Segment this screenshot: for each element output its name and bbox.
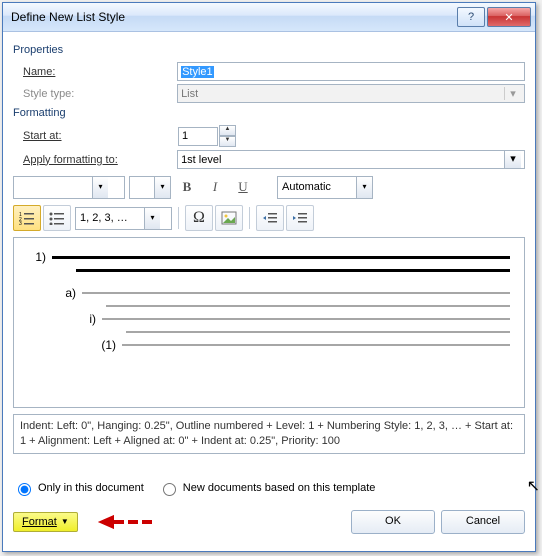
chevron-down-icon[interactable]: ▾: [92, 177, 108, 198]
separator: [178, 207, 179, 229]
name-input[interactable]: Style1: [177, 62, 525, 81]
bulleted-list-button[interactable]: [43, 205, 71, 231]
bold-button[interactable]: B: [175, 175, 199, 199]
style-type-label: Style type:: [13, 88, 177, 100]
increase-indent-button[interactable]: [286, 205, 314, 231]
cursor-icon: ↖: [527, 476, 540, 496]
formatting-label: Formatting: [13, 107, 525, 119]
arrow-callout: [96, 512, 166, 532]
insert-symbol-button[interactable]: Ω: [185, 205, 213, 231]
style-description: Indent: Left: 0", Hanging: 0.25", Outlin…: [13, 414, 525, 454]
chevron-down-icon: ▼: [61, 517, 69, 526]
spinner-down[interactable]: ▼: [219, 136, 236, 147]
cancel-button[interactable]: Cancel: [441, 510, 525, 534]
chevron-down-icon[interactable]: ▾: [154, 177, 170, 198]
start-at-spinner[interactable]: ▲ ▼: [178, 125, 236, 147]
format-button[interactable]: Format ▼: [13, 512, 78, 532]
chevron-down-icon[interactable]: ▾: [356, 177, 372, 198]
spinner-up[interactable]: ▲: [219, 125, 236, 136]
number-format-select[interactable]: 1, 2, 3, … ▾: [75, 207, 172, 230]
style-type-select: List ▾: [177, 84, 525, 103]
titlebar: Define New List Style ? ✕: [3, 3, 535, 32]
decrease-indent-button[interactable]: [256, 205, 284, 231]
start-at-input[interactable]: [178, 127, 218, 146]
underline-button[interactable]: U: [231, 175, 255, 199]
numbered-list-button[interactable]: 123: [13, 205, 41, 231]
dialog-window: Define New List Style ? ✕ Properties Nam…: [2, 2, 536, 552]
properties-label: Properties: [13, 44, 525, 56]
help-button[interactable]: ?: [457, 7, 485, 27]
italic-button[interactable]: I: [203, 175, 227, 199]
ok-button[interactable]: OK: [351, 510, 435, 534]
new-documents-radio[interactable]: New documents based on this template: [158, 480, 376, 496]
chevron-down-icon: ▾: [504, 87, 521, 100]
apply-to-select[interactable]: 1st level ▾: [177, 150, 525, 169]
chevron-down-icon[interactable]: ▾: [504, 151, 521, 168]
insert-picture-button[interactable]: [215, 205, 243, 231]
only-in-document-radio[interactable]: Only in this document: [13, 480, 144, 496]
start-at-label: Start at:: [13, 130, 178, 142]
svg-text:3: 3: [19, 221, 22, 225]
font-select[interactable]: ▾: [13, 176, 125, 199]
apply-to-label: Apply formatting to:: [13, 154, 177, 166]
chevron-down-icon[interactable]: ▾: [144, 208, 160, 229]
preview-box: 1) a) i) (1: [13, 237, 525, 408]
font-size-select[interactable]: ▾: [129, 176, 171, 199]
name-label: Name:: [13, 66, 177, 78]
close-button[interactable]: ✕: [487, 7, 531, 27]
separator: [249, 207, 250, 229]
font-color-select[interactable]: Automatic ▾: [277, 176, 373, 199]
dialog-title: Define New List Style: [11, 10, 125, 24]
